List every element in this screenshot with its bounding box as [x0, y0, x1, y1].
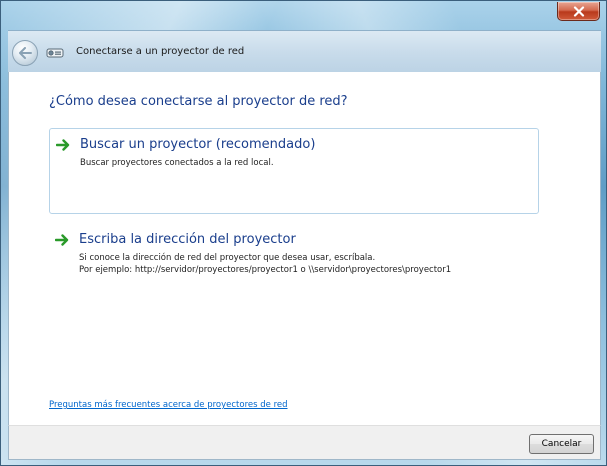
option-description-line: Por ejemplo: http://servidor/proyectores… [79, 265, 452, 275]
navigation-bar: Conectarse a un proyector de red [8, 30, 601, 72]
option-description-line: Si conoce la dirección de red del proyec… [79, 253, 376, 263]
footer-bar: Cancelar [8, 425, 601, 460]
content-pane: ¿Cómo desea conectarse al proyector de r… [8, 72, 601, 425]
option-description: Buscar proyectores conectados a la red l… [80, 157, 274, 169]
option-title: Buscar un proyector (recomendado) [80, 137, 316, 152]
page-heading: ¿Cómo desea conectarse al proyector de r… [49, 94, 348, 109]
option-enter-address[interactable]: Escriba la dirección del proyector Si co… [49, 224, 539, 284]
cancel-button[interactable]: Cancelar [529, 434, 594, 454]
projector-icon [46, 48, 64, 58]
back-button[interactable] [12, 40, 38, 66]
option-search-projector[interactable]: Buscar un proyector (recomendado) Buscar… [49, 128, 539, 214]
option-description-line: Buscar proyectores conectados a la red l… [80, 158, 274, 168]
window-title: Conectarse a un proyector de red [76, 46, 245, 57]
option-description: Si conoce la dirección de red del proyec… [79, 252, 451, 276]
window-frame: Conectarse a un proyector de red ¿Cómo d… [0, 0, 607, 466]
faq-link[interactable]: Preguntas más frecuentes acerca de proye… [49, 400, 288, 410]
close-button[interactable] [557, 2, 600, 21]
option-title: Escriba la dirección del proyector [79, 232, 296, 247]
close-icon [573, 5, 584, 17]
green-arrow-icon [56, 139, 70, 151]
back-arrow-icon [19, 47, 32, 59]
green-arrow-icon [55, 234, 69, 246]
